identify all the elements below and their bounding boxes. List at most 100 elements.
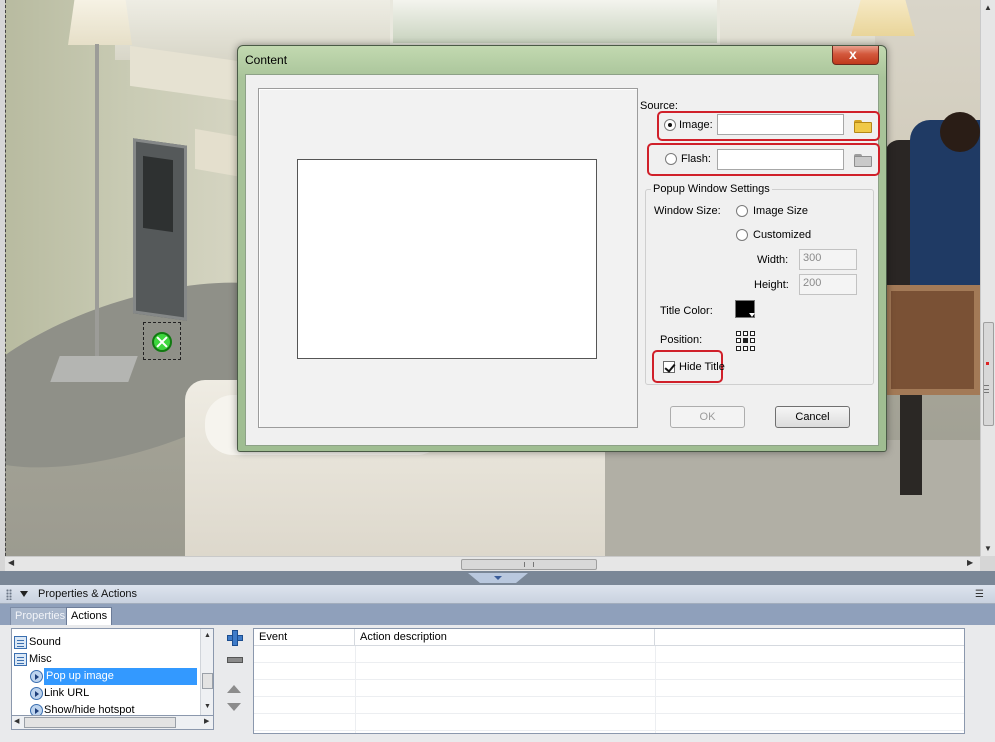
collapse-handle-icon[interactable] [468,573,528,583]
image-size-radio[interactable] [736,205,748,217]
tree-item-link-url[interactable]: Link URL [12,685,197,702]
scroll-right-icon[interactable]: ▶ [967,558,973,567]
table-row[interactable] [254,680,964,697]
tree-item-pop-up-image[interactable]: Pop up image [12,668,197,685]
tree-hscroll-thumb[interactable] [24,717,176,728]
scroll-down-icon[interactable]: ▼ [984,544,992,553]
flash-radio[interactable] [665,153,677,165]
table-row[interactable] [254,646,964,663]
tree-item-label: Pop up image [44,668,197,685]
tree-item-label: Sound [29,636,61,648]
hotspot-icon[interactable] [152,332,172,352]
action-icon [30,670,43,683]
tree-vertical-scrollbar[interactable]: ▲ ▼ [200,629,213,715]
open-folder-icon[interactable] [854,118,872,133]
tab-properties[interactable]: Properties [10,607,71,625]
dialog-title: Content [245,53,288,67]
tab-actions[interactable]: Actions [66,607,113,625]
tree-item-label: Show/hide hotspot [44,704,135,716]
actions-panel-body: Sound Misc Pop up image Link URL Show/hi… [0,625,995,742]
content-dialog: Content x Source: Image: Flash: Popup Wi… [237,45,887,452]
column-header-event[interactable]: Event [254,629,355,646]
close-icon: x [849,46,857,62]
add-action-icon[interactable] [225,629,243,646]
move-down-icon[interactable] [225,697,243,713]
tree-horizontal-scrollbar[interactable]: ◀ ▶ [11,716,214,730]
scene-person-arm [940,112,980,152]
position-cell[interactable] [736,338,741,344]
panel-grip-icon[interactable] [6,589,12,600]
column-header-action-description[interactable]: Action description [355,629,655,646]
preview-area [258,88,638,428]
image-size-label: Image Size [753,205,809,217]
customized-radio[interactable] [736,229,748,241]
position-cell[interactable] [750,331,755,336]
panel-splitter[interactable] [0,571,995,585]
action-tree[interactable]: Sound Misc Pop up image Link URL Show/hi… [11,628,214,716]
scroll-left-icon[interactable]: ◀ [14,717,19,725]
open-folder-icon[interactable] [854,152,872,167]
tree-item-misc[interactable]: Misc [12,651,197,668]
document-icon [14,653,27,666]
position-cell[interactable] [743,331,748,336]
position-cell[interactable] [743,345,748,351]
preview-box [297,159,597,359]
grip-icon [984,385,989,393]
hotspot-marker[interactable] [143,322,181,360]
panel-menu-icon[interactable]: ☰ [975,589,987,600]
image-radio[interactable] [664,119,676,131]
scroll-right-icon[interactable]: ▶ [204,717,209,725]
width-field[interactable]: 300 [799,249,857,270]
position-label: Position: [660,334,703,346]
scroll-left-icon[interactable]: ◀ [8,558,14,567]
hide-title-checkbox[interactable] [663,361,675,373]
collapse-arrow-icon[interactable] [20,591,28,597]
scroll-up-icon[interactable]: ▲ [204,632,211,639]
event-table[interactable]: Event Action description [253,628,965,734]
position-cell[interactable] [736,331,741,336]
position-cell[interactable] [736,345,741,351]
table-row[interactable] [254,697,964,714]
position-cell[interactable] [750,338,755,344]
position-cell[interactable] [750,345,755,351]
tree-scroll-thumb[interactable] [202,673,213,689]
title-color-picker[interactable] [735,300,755,318]
horizontal-scroll-thumb[interactable] [461,559,597,570]
vertical-scroll-thumb[interactable] [983,322,994,426]
dialog-titlebar[interactable]: Content [238,46,886,74]
tree-item-sound[interactable]: Sound [12,634,197,651]
window-size-label: Window Size: [654,205,721,217]
height-field[interactable]: 200 [799,274,857,295]
scroll-up-icon[interactable]: ▲ [984,3,992,12]
flash-path-field[interactable] [717,149,844,170]
ok-button[interactable]: OK [670,406,745,428]
tree-item-show-hide-hotspot[interactable]: Show/hide hotspot [12,702,197,716]
panel-tab-strip: Properties Actions [0,604,995,625]
document-icon [14,636,27,649]
viewport-horizontal-scrollbar[interactable]: ◀ ▶ [5,556,980,571]
flash-label: Flash: [681,153,711,165]
table-row[interactable] [254,714,964,731]
dialog-client-area: Source: Image: Flash: Popup Window Setti… [245,74,880,446]
scene-rug [605,440,980,556]
remove-action-icon[interactable] [225,651,243,667]
title-color-label: Title Color: [660,305,713,317]
image-path-field[interactable] [717,114,844,135]
action-icon [30,704,43,715]
tree-item-label: Link URL [44,687,90,699]
table-row[interactable] [254,663,964,680]
position-cell[interactable] [743,338,748,344]
column-divider [355,646,356,733]
scroll-down-icon[interactable]: ▼ [204,703,211,710]
close-button[interactable]: x [832,46,879,65]
viewport-vertical-scrollbar[interactable]: ▲ ▼ [980,0,995,556]
width-label: Width: [757,254,789,266]
viewport-edge [5,0,6,556]
scene-lamp-pole [95,44,99,362]
position-grid-icon[interactable] [736,331,756,351]
scene-lamp-right [851,0,915,36]
cancel-button[interactable]: Cancel [775,406,850,428]
customized-label: Customized [753,229,812,241]
tree-item-label: Misc [29,653,52,665]
hide-title-label: Hide Title [679,361,725,373]
